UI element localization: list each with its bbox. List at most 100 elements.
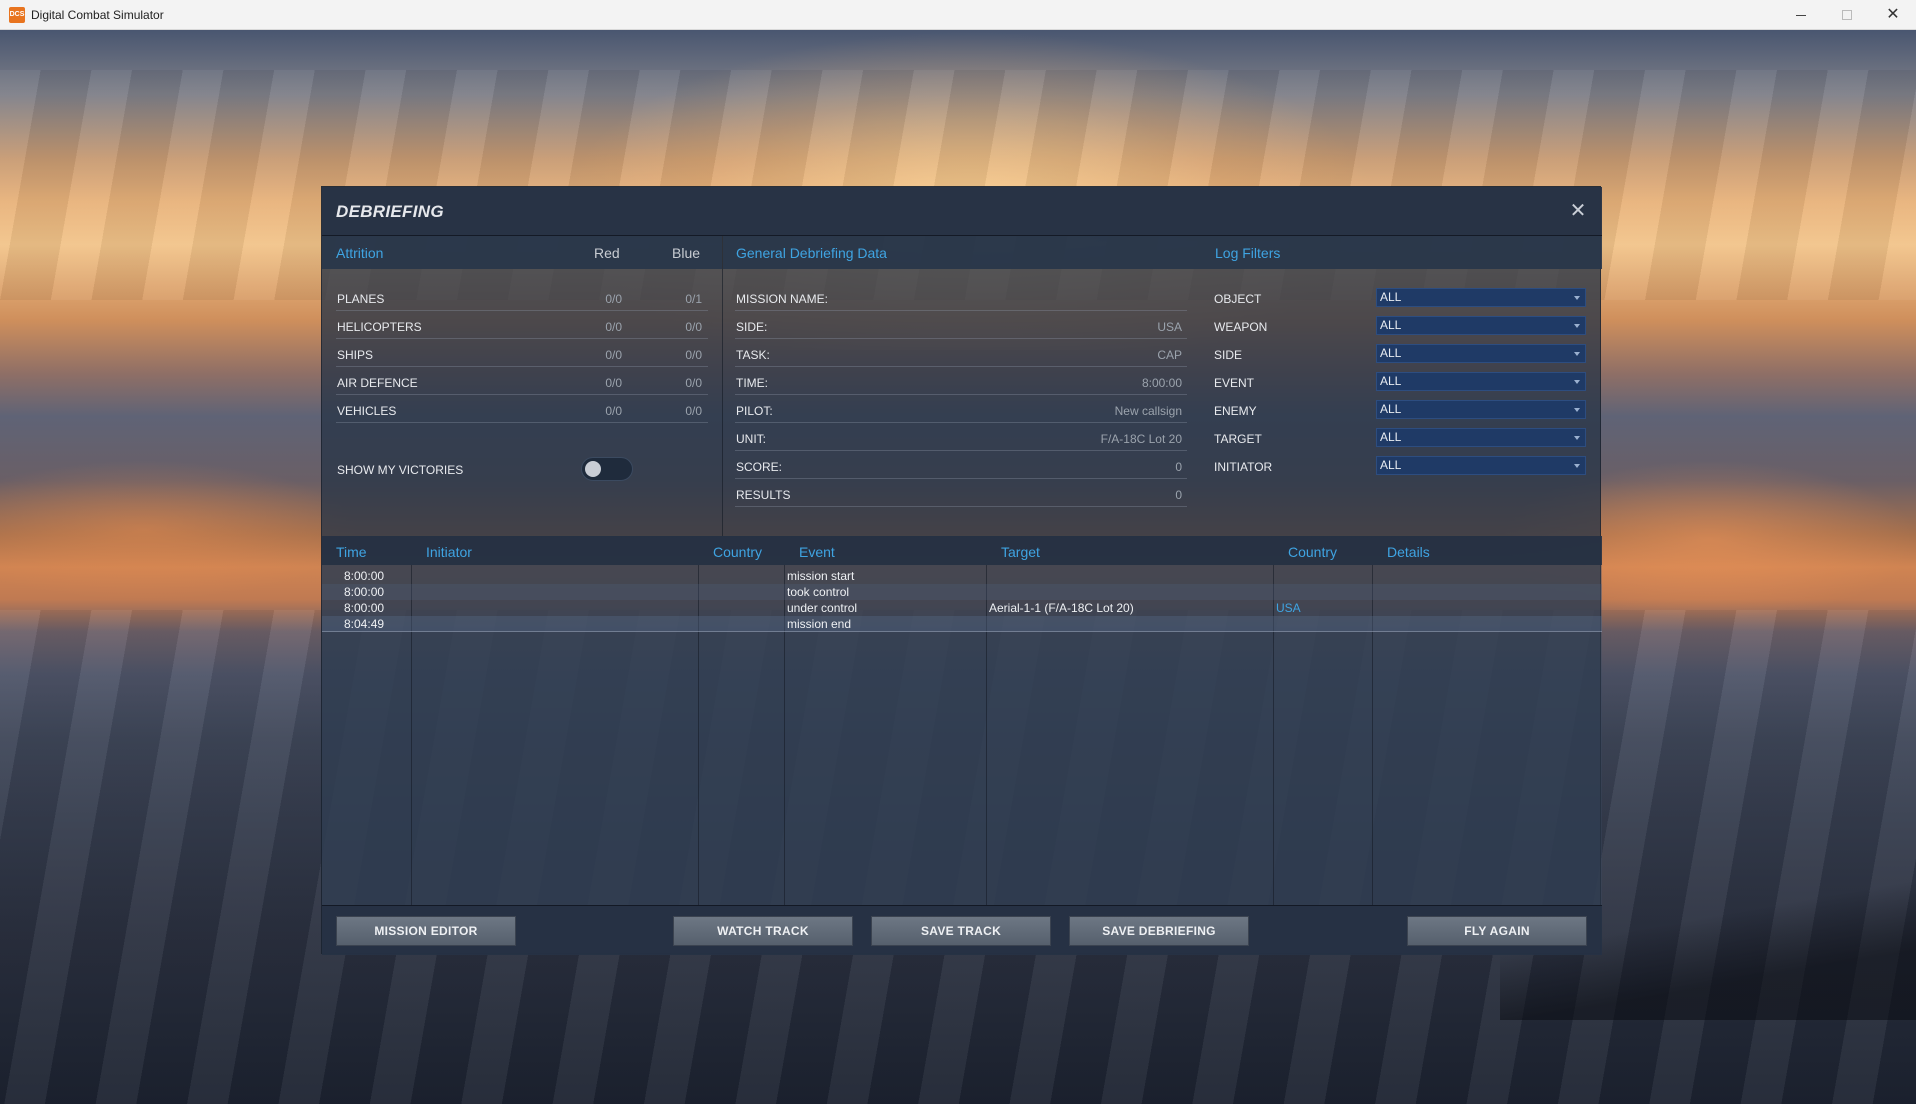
side-value: USA <box>1157 320 1182 334</box>
log-col-target[interactable]: Target <box>1001 544 1040 560</box>
results-label: RESULTS <box>736 488 791 502</box>
results-value: 0 <box>1175 488 1182 502</box>
filter-target-value: ALL <box>1380 430 1402 444</box>
row-separator <box>735 366 1187 367</box>
log-cell-target: Aerial-1-1 (F/A-18C Lot 20) <box>989 601 1134 615</box>
maximize-icon <box>1842 10 1852 20</box>
row-separator <box>735 506 1187 507</box>
attrition-air-defence-label: AIR DEFENCE <box>337 376 418 390</box>
general-header: General Debriefing Data Log Filters <box>723 236 1602 269</box>
time-value: 8:00:00 <box>1141 376 1182 390</box>
log-col-event[interactable]: Event <box>799 544 835 560</box>
attrition-ships-label: SHIPS <box>337 348 374 362</box>
filter-target-label: TARGET <box>1214 432 1262 446</box>
minimize-button[interactable] <box>1778 0 1824 30</box>
row-separator <box>336 338 708 339</box>
attrition-helicopters-blue: 0/0 <box>685 320 702 334</box>
log-cell-time: 8:00:00 <box>344 585 385 599</box>
filter-weapon-label: WEAPON <box>1214 320 1268 334</box>
chevron-down-icon <box>1574 380 1580 384</box>
mission-editor-button[interactable]: MISSION EDITOR <box>336 916 516 946</box>
dialog-close-button[interactable]: ✕ <box>1566 199 1590 223</box>
attrition-air-defence-red: 0/0 <box>605 376 622 390</box>
attrition-helicopters-label: HELICOPTERS <box>337 320 422 334</box>
log-cell-target-country: USA <box>1276 601 1301 615</box>
filter-side-select[interactable]: ALL <box>1376 344 1586 363</box>
filter-initiator-label: INITIATOR <box>1214 460 1273 474</box>
score-label: SCORE: <box>736 460 783 474</box>
pilot-label: PILOT: <box>736 404 773 418</box>
filter-weapon-select[interactable]: ALL <box>1376 316 1586 335</box>
filter-initiator-value: ALL <box>1380 458 1402 472</box>
attrition-title: Attrition <box>336 245 384 261</box>
row-separator <box>336 366 708 367</box>
show-victories-toggle[interactable] <box>581 457 633 481</box>
log-col-target-country[interactable]: Country <box>1288 544 1337 560</box>
unit-label: UNIT: <box>736 432 766 446</box>
attrition-vehicles-label: VEHICLES <box>337 404 397 418</box>
log-cell-time: 8:04:49 <box>344 617 385 631</box>
log-cell-event: took control <box>787 585 850 599</box>
log-row[interactable]: 8:00:00 took control <box>322 584 1602 600</box>
row-separator <box>336 422 708 423</box>
horizon-glow-left <box>0 460 360 600</box>
close-icon: ✕ <box>1569 200 1587 222</box>
minimize-icon <box>1796 14 1806 16</box>
save-debriefing-button[interactable]: SAVE DEBRIEFING <box>1069 916 1249 946</box>
chevron-down-icon <box>1574 324 1580 328</box>
fly-again-button[interactable]: FLY AGAIN <box>1407 916 1587 946</box>
chevron-down-icon <box>1574 436 1580 440</box>
window-titlebar: DCS Digital Combat Simulator ✕ <box>0 0 1916 30</box>
dialog-title: DEBRIEFING <box>336 202 444 221</box>
attrition-ships-red: 0/0 <box>605 348 622 362</box>
chevron-down-icon <box>1574 352 1580 356</box>
close-icon: ✕ <box>1886 6 1900 23</box>
log-cell-time: 8:00:00 <box>344 601 385 615</box>
attrition-planes-label: PLANES <box>337 292 385 306</box>
save-track-button[interactable]: SAVE TRACK <box>871 916 1051 946</box>
log-row[interactable]: 8:00:00 under control Aerial-1-1 (F/A-18… <box>322 600 1602 616</box>
window-close-button[interactable]: ✕ <box>1870 0 1916 30</box>
chevron-down-icon <box>1574 408 1580 412</box>
log-col-initiator[interactable]: Initiator <box>426 544 472 560</box>
watch-track-button[interactable]: WATCH TRACK <box>673 916 853 946</box>
row-separator <box>735 394 1187 395</box>
row-separator <box>735 338 1187 339</box>
log-cell-event: mission end <box>787 617 852 631</box>
filter-side-value: ALL <box>1380 346 1402 360</box>
attrition-planes-red: 0/0 <box>605 292 622 306</box>
task-label: TASK: <box>736 348 770 362</box>
filter-event-select[interactable]: ALL <box>1376 372 1586 391</box>
general-title: General Debriefing Data <box>736 245 887 261</box>
row-separator <box>735 450 1187 451</box>
attrition-helicopters-red: 0/0 <box>605 320 622 334</box>
filter-object-label: OBJECT <box>1214 292 1262 306</box>
side-label: SIDE: <box>736 320 768 334</box>
filter-object-select[interactable]: ALL <box>1376 288 1586 307</box>
log-col-time[interactable]: Time <box>336 544 367 560</box>
filter-event-value: ALL <box>1380 374 1402 388</box>
log-cell-event: under control <box>787 601 858 615</box>
filter-enemy-value: ALL <box>1380 402 1402 416</box>
filter-initiator-select[interactable]: ALL <box>1376 456 1586 475</box>
filter-object-value: ALL <box>1380 290 1402 304</box>
filter-enemy-select[interactable]: ALL <box>1376 400 1586 419</box>
log-row-selected[interactable]: 8:04:49 mission end <box>322 616 1602 632</box>
log-row[interactable]: 8:00:00 mission start <box>322 568 1602 584</box>
score-value: 0 <box>1175 460 1182 474</box>
filter-event-label: EVENT <box>1214 376 1255 390</box>
chevron-down-icon <box>1574 296 1580 300</box>
log-table-header: Time Initiator Country Event Target Coun… <box>322 536 1602 565</box>
filters-title: Log Filters <box>1215 245 1281 261</box>
filter-target-select[interactable]: ALL <box>1376 428 1586 447</box>
dialog-header: DEBRIEFING ✕ <box>322 187 1602 236</box>
maximize-button[interactable] <box>1824 0 1870 30</box>
pilot-value: New callsign <box>1114 404 1182 418</box>
attrition-vehicles-blue: 0/0 <box>685 404 702 418</box>
log-col-country[interactable]: Country <box>713 544 762 560</box>
filter-side-label: SIDE <box>1214 348 1243 362</box>
log-col-details[interactable]: Details <box>1387 544 1430 560</box>
debriefing-dialog: DEBRIEFING ✕ Attrition Red Blue General … <box>321 186 1602 955</box>
filter-weapon-value: ALL <box>1380 318 1402 332</box>
app-logo-icon: DCS <box>9 6 25 23</box>
